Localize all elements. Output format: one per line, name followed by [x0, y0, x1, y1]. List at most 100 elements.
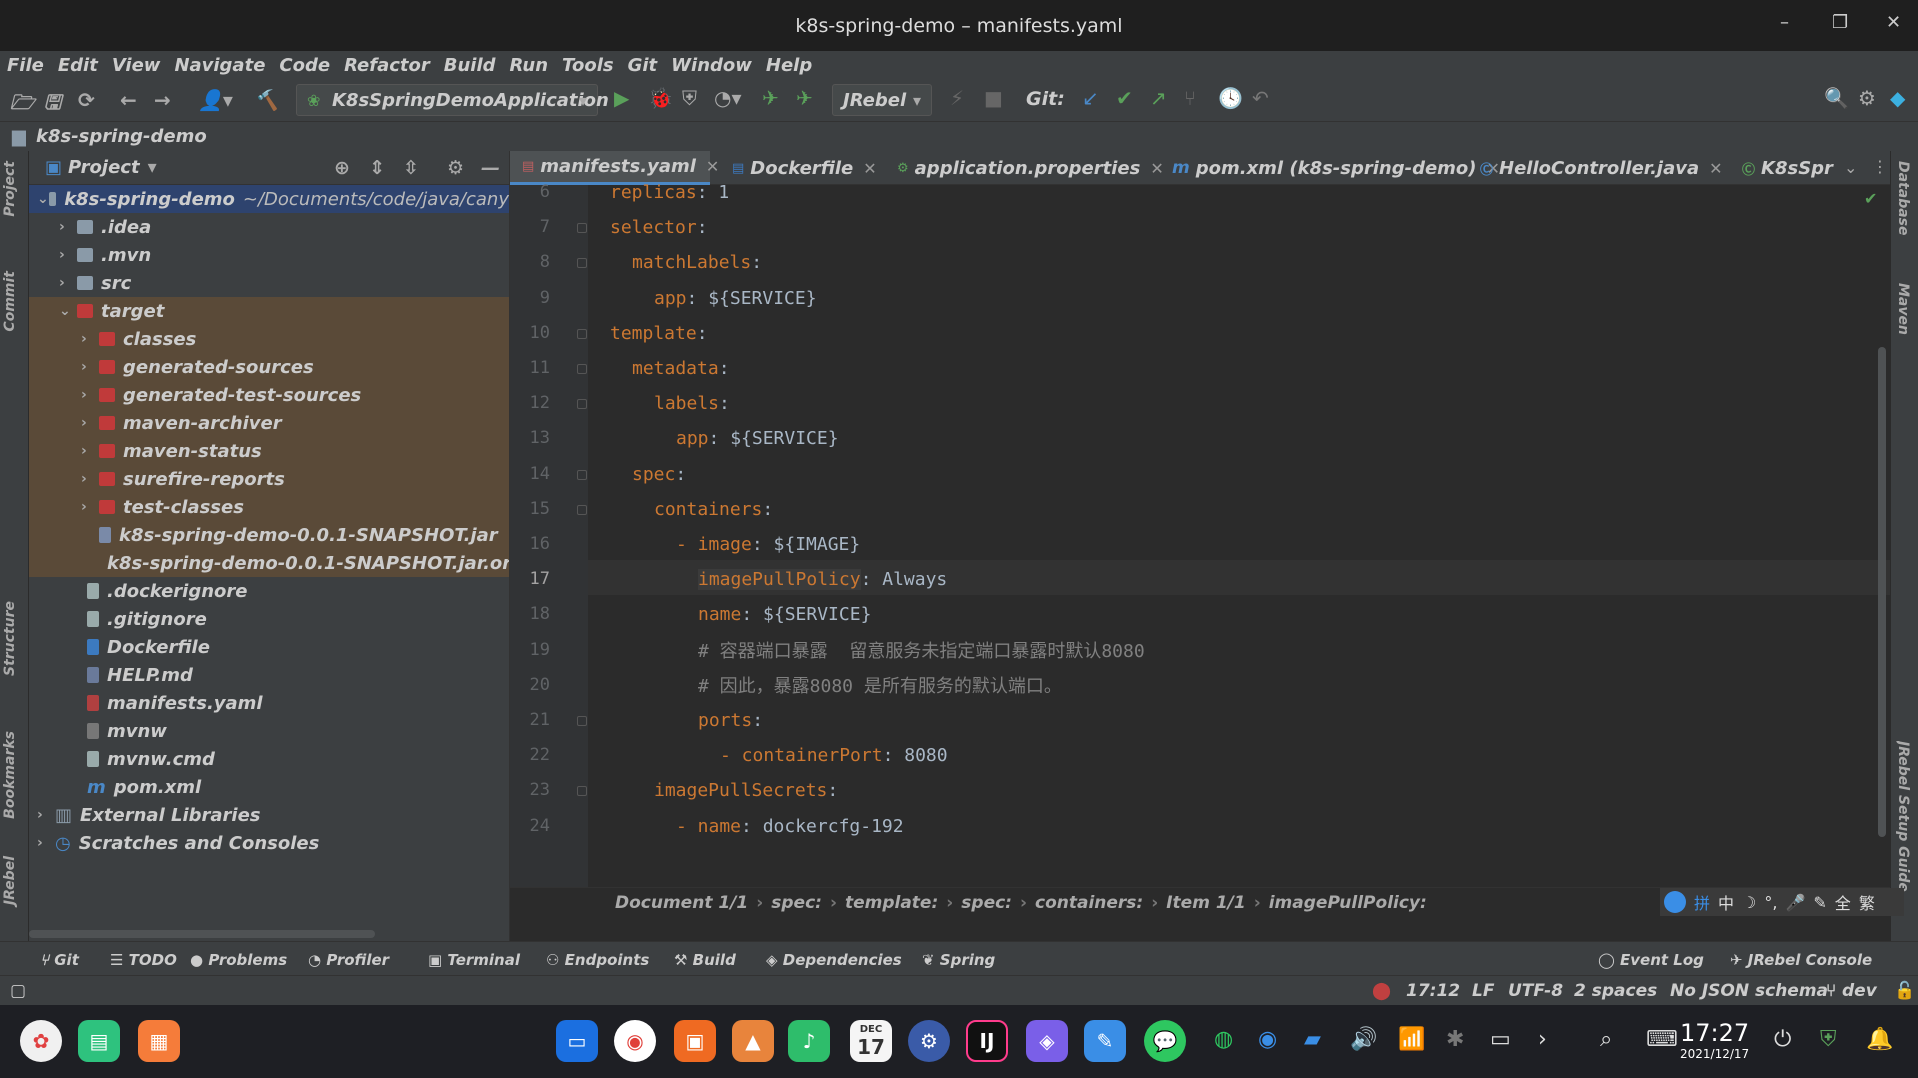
wechat-tray-icon[interactable]: ◍ — [1214, 1027, 1233, 1052]
editor-app-icon[interactable]: ✎ — [1084, 1020, 1126, 1062]
tree-item-maven-status[interactable]: › maven-status — [29, 437, 509, 465]
tool-spring[interactable]: ❦ Spring — [922, 951, 995, 969]
file-manager-icon[interactable]: ▭ — [556, 1020, 598, 1062]
tree-item-dockerignore[interactable]: .dockerignore — [29, 577, 509, 605]
ime-logo-icon[interactable] — [1664, 891, 1686, 913]
image-viewer-icon[interactable]: ▲ — [732, 1020, 774, 1062]
side-tab-jrebel[interactable]: JRebel — [2, 856, 18, 905]
tab-list-chevron-icon[interactable]: ⌄ — [1844, 158, 1857, 177]
side-tab-maven[interactable]: Maven — [1895, 283, 1911, 335]
menu-edit[interactable]: Edit — [58, 55, 98, 76]
tree-item-generated-test-sources[interactable]: › generated-test-sources — [29, 381, 509, 409]
git-update-icon[interactable]: ↙ — [1082, 86, 1099, 110]
collapsed-arrow-icon[interactable]: › — [81, 387, 99, 403]
sync-icon[interactable]: ⟳ — [78, 88, 95, 112]
side-tab-structure[interactable]: Structure — [2, 601, 18, 676]
restore-button[interactable]: ❐ — [1832, 12, 1848, 33]
coverage-icon[interactable]: ⛨ — [682, 86, 697, 110]
tree-item-src[interactable]: › src — [29, 269, 509, 297]
tree-item-idea[interactable]: › .idea — [29, 213, 509, 241]
tool-profiler[interactable]: ◔ Profiler — [308, 951, 389, 969]
menu-build[interactable]: Build — [444, 55, 496, 76]
collapsed-arrow-icon[interactable]: › — [81, 471, 99, 487]
menu-window[interactable]: Window — [671, 55, 752, 76]
taskbar-search-icon[interactable]: ⌕ — [1600, 1027, 1612, 1052]
indent-setting[interactable]: 2 spaces — [1574, 981, 1657, 1001]
tool-build[interactable]: ⚒ Build — [674, 951, 736, 969]
menu-refactor[interactable]: Refactor — [344, 55, 430, 76]
tool-problems[interactable]: ● Problems — [190, 951, 287, 969]
caret-position[interactable]: 17:12 — [1406, 981, 1460, 1001]
ime-microphone-icon[interactable]: 🎤 — [1785, 893, 1805, 912]
close-button[interactable]: ✕ — [1886, 12, 1901, 33]
open-folder-icon[interactable]: 🗁 — [10, 88, 35, 122]
fold-marker-icon[interactable] — [577, 223, 587, 234]
close-tab-icon[interactable]: ✕ — [706, 157, 719, 176]
code-line[interactable]: replicas: 1 — [610, 175, 729, 210]
code-line[interactable]: ports: — [698, 703, 763, 738]
fold-marker-icon[interactable] — [577, 364, 587, 374]
panel-settings-icon[interactable]: ⚙ — [447, 157, 464, 179]
tool-terminal[interactable]: ▣ Terminal — [428, 951, 520, 969]
locate-file-icon[interactable]: ⊕ — [334, 157, 350, 179]
tab-hellocontroller-java[interactable]: Ⓒ HelloController.java ✕ — [1468, 151, 1723, 185]
fold-marker-icon[interactable] — [577, 399, 587, 410]
code-line[interactable]: containers: — [654, 492, 773, 527]
expand-arrow-icon[interactable]: ⌄ — [37, 191, 49, 207]
breadcrumb-item[interactable]: containers: — [1035, 893, 1143, 913]
fold-marker-icon[interactable] — [577, 469, 587, 480]
control-center-icon[interactable]: ⚙ — [908, 1020, 950, 1062]
vertical-scrollbar[interactable] — [1878, 347, 1886, 837]
breadcrumb-item[interactable]: imagePullPolicy: — [1269, 893, 1427, 913]
extension-app-icon[interactable]: ◈ — [1026, 1020, 1068, 1062]
search-icon[interactable]: 🔍 — [1824, 86, 1849, 110]
app-store-icon[interactable]: ▦ — [138, 1020, 180, 1062]
hide-panel-icon[interactable]: — — [481, 157, 500, 179]
tab-application-properties[interactable]: ⚙ application.properties ✕ — [885, 151, 1164, 185]
tree-item-pom-xml[interactable]: m pom.xml — [29, 773, 509, 801]
code-line[interactable]: - name: dockercfg-192 — [676, 809, 904, 844]
tab-pom-xml[interactable]: m pom.xml (k8s-spring-demo) ✕ — [1160, 151, 1500, 185]
rollback-icon[interactable]: ↶ — [1252, 86, 1269, 110]
ime-chinese-toggle[interactable]: 中 — [1718, 890, 1734, 914]
lock-icon[interactable]: 🔓 — [1894, 981, 1915, 1001]
power-icon[interactable]: ⏻ — [1774, 1027, 1791, 1052]
history-icon[interactable]: 🕓 — [1218, 86, 1243, 110]
jrebel-run-icon[interactable]: ✈ — [762, 86, 779, 110]
collapsed-arrow-icon[interactable]: › — [37, 807, 55, 823]
update-running-app-icon[interactable]: ⚡ — [950, 86, 964, 110]
ime-pinyin-toggle[interactable]: 拼 — [1694, 890, 1710, 914]
panel-toggle-icon[interactable]: ▢ — [10, 981, 26, 1001]
side-tab-commit[interactable]: Commit — [2, 271, 18, 332]
fold-marker-icon[interactable] — [577, 504, 587, 515]
code-line[interactable]: imagePullSecrets: — [654, 773, 838, 808]
chrome-browser-icon[interactable]: ◉ — [614, 1020, 656, 1062]
code-line[interactable]: metadata: — [632, 351, 730, 386]
collapsed-arrow-icon[interactable]: › — [37, 835, 55, 851]
menu-code[interactable]: Code — [279, 55, 330, 76]
menu-tools[interactable]: Tools — [562, 55, 614, 76]
collapsed-arrow-icon[interactable]: › — [81, 499, 99, 515]
fold-marker-icon[interactable] — [577, 786, 587, 797]
ime-tray-icon[interactable]: ◉ — [1258, 1027, 1277, 1052]
code-line[interactable]: matchLabels: — [632, 245, 762, 280]
git-merge-icon[interactable]: ⑂ — [1184, 86, 1196, 110]
breadcrumb-item[interactable]: spec: — [961, 893, 1012, 913]
more-options-icon[interactable]: ⋮ — [1872, 157, 1888, 176]
ime-moon-icon[interactable]: ☽ — [1742, 893, 1756, 912]
jetbrains-toolbox-icon[interactable]: ◆ — [1890, 86, 1905, 110]
notes-tray-icon[interactable]: ▰ — [1304, 1027, 1321, 1052]
intellij-idea-icon[interactable]: IJ — [966, 1020, 1008, 1062]
file-encoding[interactable]: UTF-8 — [1508, 981, 1563, 1001]
ime-traditional-toggle[interactable]: 繁 — [1859, 890, 1875, 914]
wifi-icon[interactable]: 📶 — [1398, 1027, 1425, 1052]
code-line[interactable]: app: ${SERVICE} — [676, 421, 839, 456]
code-line[interactable]: selector: — [610, 210, 708, 245]
project-panel-title[interactable]: Project — [68, 157, 140, 178]
code-line[interactable]: # 因此，暴露8080 是所有服务的默认端口。 — [698, 668, 1062, 703]
expand-arrow-icon[interactable]: ⌄ — [59, 303, 77, 319]
fold-marker-icon[interactable] — [577, 258, 587, 269]
side-tab-project[interactable]: Project — [2, 161, 18, 217]
settings-gear-icon[interactable]: ⚙ — [1858, 86, 1876, 110]
ime-punctuation-toggle[interactable]: °, — [1764, 893, 1777, 912]
